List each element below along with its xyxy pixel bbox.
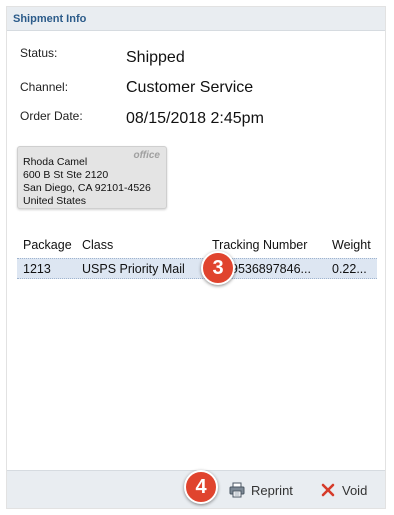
void-label: Void xyxy=(342,482,368,498)
order-date-label: Order Date: xyxy=(20,109,83,123)
address-country: United States xyxy=(23,195,87,207)
panel-title: Shipment Info xyxy=(13,13,87,25)
status-value: Shipped xyxy=(126,49,185,66)
column-header-package[interactable]: Package xyxy=(23,238,72,252)
address-type-tag: office xyxy=(133,150,161,161)
column-header-tracking-number[interactable]: Tracking Number xyxy=(212,238,307,252)
column-header-class[interactable]: Class xyxy=(82,238,113,252)
close-x-icon xyxy=(320,482,336,498)
reprint-label: Reprint xyxy=(251,482,293,498)
address-name: Rhoda Camel xyxy=(23,156,88,168)
cell-package: 1213 xyxy=(23,262,51,276)
order-date-value: 08/15/2018 2:45pm xyxy=(126,110,264,127)
column-header-weight[interactable]: Weight xyxy=(332,238,371,252)
channel-label: Channel: xyxy=(20,80,69,94)
printer-icon xyxy=(229,482,245,498)
address-card[interactable]: office Rhoda Camel 600 B St Ste 2120 San… xyxy=(17,146,167,209)
step-callout-badge: 4 xyxy=(184,470,218,504)
shipment-info-panel: Shipment Info Status: Shipped Channel: C… xyxy=(6,6,386,509)
reprint-button[interactable]: Reprint xyxy=(229,480,293,500)
void-button[interactable]: Void xyxy=(320,480,367,500)
panel-header: Shipment Info xyxy=(7,7,385,31)
address-city: San Diego, CA 92101-4526 xyxy=(23,182,151,194)
step-callout-badge: 3 xyxy=(201,251,235,285)
cell-tracking-number: 9536897846... xyxy=(231,262,311,276)
table-row[interactable] xyxy=(17,258,377,279)
cell-class: USPS Priority Mail xyxy=(82,262,185,276)
address-street: 600 B St Ste 2120 xyxy=(23,169,109,181)
status-label: Status: xyxy=(20,46,58,60)
channel-value: Customer Service xyxy=(126,79,254,96)
cell-weight: 0.22... xyxy=(332,262,367,276)
